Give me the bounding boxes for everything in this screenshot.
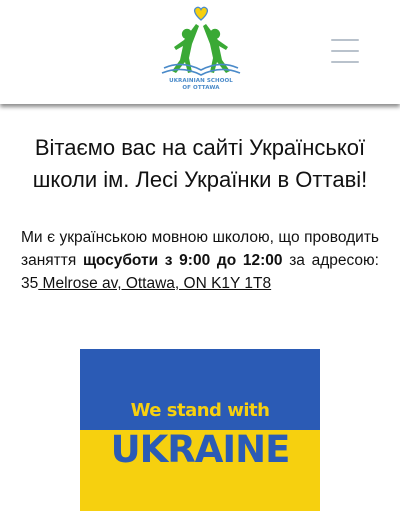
menu-bar-bottom xyxy=(331,61,359,63)
logo-graphic xyxy=(161,6,241,76)
welcome-heading: Вітаємо вас на сайті Української школи і… xyxy=(32,135,368,192)
address-link[interactable]: Melrose av, Ottawa, ON K1Y 1T8 xyxy=(38,275,272,292)
intro-text-part2: за адресою: xyxy=(282,252,379,269)
logo-text-line1: UKRAINIAN SCHOOL xyxy=(169,78,233,84)
logo-text-line2: OF OTTAWA xyxy=(182,85,220,91)
hamburger-menu-icon[interactable] xyxy=(330,36,360,66)
school-logo[interactable]: UKRAINIAN SCHOOL OF OTTAWA xyxy=(158,4,244,96)
site-header: UKRAINIAN SCHOOL OF OTTAWA xyxy=(0,0,400,104)
banner-text-line1: We stand with xyxy=(130,400,270,421)
menu-bar-top xyxy=(331,39,359,41)
schedule-text: щосуботи з 9:00 до 12:00 xyxy=(82,252,283,269)
menu-bar-middle xyxy=(331,50,359,52)
address-number: 35 xyxy=(21,275,39,292)
intro-paragraph: Ми є українською мовною школою, що прово… xyxy=(21,226,379,295)
banner-text-line2: UKRAINE xyxy=(110,428,291,471)
ukraine-banner: We stand with UKRAINE xyxy=(80,349,320,511)
